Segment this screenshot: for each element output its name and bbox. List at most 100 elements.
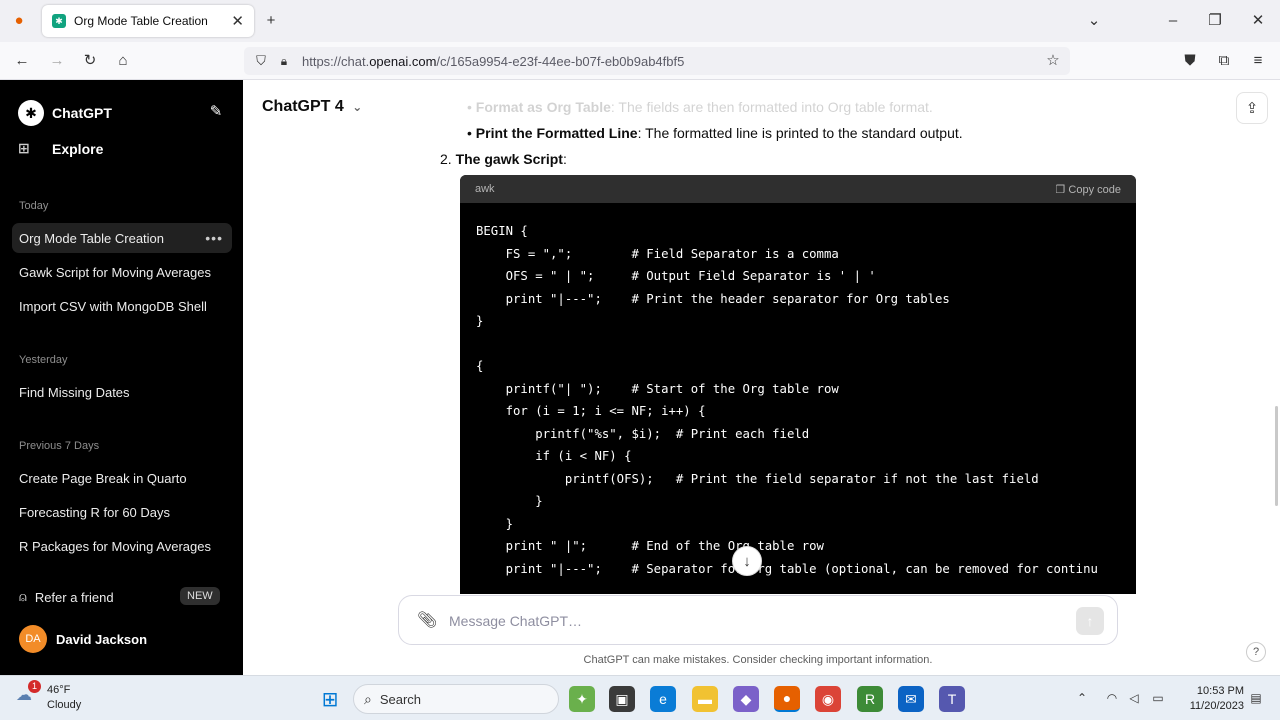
scroll-to-bottom-button[interactable]: ↓ — [732, 546, 762, 576]
share-button[interactable]: ⇪ — [1236, 92, 1268, 124]
history-item[interactable]: Forecasting R for 60 Days — [12, 497, 232, 527]
bookmark-star-icon[interactable]: ☆ — [1044, 51, 1062, 71]
new-badge: NEW — [180, 587, 220, 605]
code-line: printf("| "); # Start of the Org table r… — [476, 381, 839, 396]
history-item-label: Gawk Script for Moving Averages — [19, 264, 211, 280]
history-heading-previous: Previous 7 Days — [19, 440, 100, 452]
firefox-taskbar-icon[interactable]: ● — [774, 686, 800, 712]
edge-icon[interactable]: e — [650, 686, 676, 712]
history-item-label: R Packages for Moving Averages — [19, 538, 211, 554]
brand-label: ChatGPT — [52, 105, 112, 121]
restore-icon[interactable]: ❐ — [1206, 11, 1224, 31]
address-bar[interactable]: ⛉ 🔒︎ https://chat. openai.com/c/165a9954-… — [244, 47, 1070, 75]
scrollbar[interactable] — [1275, 406, 1278, 506]
close-window-icon[interactable]: ✕ — [1249, 11, 1267, 31]
history-item-label: Create Page Break in Quarto — [19, 470, 187, 486]
browser-tab[interactable]: ✱ Org Mode Table Creation ✕ — [42, 5, 254, 37]
history-item-label: Find Missing Dates — [19, 384, 130, 400]
history-item[interactable]: Find Missing Dates — [12, 377, 232, 407]
code-line: BEGIN { — [476, 224, 528, 238]
taskbar-search[interactable]: ⌕ Search — [353, 684, 559, 714]
notification-icon[interactable]: ▤ — [1248, 688, 1264, 708]
history-item[interactable]: Gawk Script for Moving Averages — [12, 257, 232, 287]
mail-icon[interactable]: ✉ — [898, 686, 924, 712]
url-path: /c/165a9954-e23f-44ee-b07f-eb0b9ab4fbf5 — [436, 53, 685, 69]
refer-label: Refer a friend — [34, 589, 114, 605]
windows-start-icon[interactable]: ⊞ — [317, 686, 343, 712]
home-icon[interactable]: ⌂ — [113, 51, 133, 71]
close-tab-icon[interactable]: ✕ — [231, 12, 244, 30]
minimize-icon[interactable]: – — [1164, 11, 1182, 31]
menu-icon[interactable]: ≡ — [1248, 51, 1268, 71]
task-view-icon[interactable]: ▣ — [609, 686, 635, 712]
sidebar: ✱ ChatGPT ✎ ⊞ Explore Today Org Mode Tab… — [0, 80, 243, 675]
clock-time: 10:53 PM — [1196, 685, 1244, 697]
weather-temp: 46°F — [47, 684, 71, 696]
message-input[interactable] — [449, 609, 1049, 633]
code-line: } — [476, 314, 484, 328]
weather-condition: Cloudy — [47, 699, 82, 711]
teams-icon[interactable]: T — [939, 686, 965, 712]
bullet-bold: Print the Formatted Line — [475, 125, 638, 141]
url-prefix: https://chat. — [302, 53, 370, 69]
list-tabs-icon[interactable]: ⌄ — [1085, 11, 1103, 31]
copy-code-button[interactable]: ❐ Copy code — [1055, 183, 1121, 196]
history-item[interactable]: Org Mode Table Creation ••• — [12, 223, 232, 253]
model-selector[interactable]: ChatGPT 4 ⌄ — [262, 98, 362, 116]
chevron-down-icon: ⌄ — [352, 100, 363, 114]
history-item-label: Org Mode Table Creation — [19, 230, 165, 246]
new-chat-icon[interactable]: ✎ — [205, 102, 227, 122]
lock-icon[interactable]: 🔒︎ — [276, 51, 292, 71]
back-icon[interactable]: ← — [12, 51, 32, 71]
chevron-up-icon[interactable]: ⌃ — [1074, 688, 1090, 708]
user-name[interactable]: David Jackson — [56, 632, 147, 647]
new-tab-icon[interactable]: + — [262, 11, 280, 31]
chrome-icon[interactable]: ◉ — [815, 686, 841, 712]
search-icon: ⌕ — [364, 690, 372, 707]
pocket-icon[interactable]: ⛊ — [1180, 51, 1200, 71]
url-domain: openai.com — [369, 53, 437, 69]
battery-icon[interactable]: ▭ — [1149, 688, 1167, 708]
more-options-icon[interactable]: ••• — [205, 230, 223, 246]
copilot-icon[interactable]: ✦ — [569, 686, 595, 712]
avatar[interactable]: DA — [19, 625, 47, 653]
reload-icon[interactable]: ↻ — [80, 51, 100, 71]
firefox-icon[interactable]: ● — [10, 11, 28, 31]
history-item[interactable]: R Packages for Moving Averages — [12, 531, 232, 561]
chatgpt-favicon-icon: ✱ — [52, 14, 66, 28]
forward-icon[interactable]: → — [47, 51, 67, 71]
chatgpt-logo-icon: ✱ — [18, 100, 44, 126]
add-person-icon: ⍝ — [19, 589, 27, 604]
history-item[interactable]: Import CSV with MongoDB Shell — [12, 291, 232, 321]
app-icon[interactable]: ◆ — [733, 686, 759, 712]
copy-code-label: Copy code — [1068, 183, 1121, 196]
rstudio-icon[interactable]: R — [857, 686, 883, 712]
message-composer: 📎︎ ↑ — [398, 595, 1118, 645]
search-label: Search — [379, 691, 422, 707]
file-explorer-icon[interactable]: ▬ — [692, 686, 718, 712]
history-heading-today: Today — [19, 200, 49, 212]
extensions-icon[interactable]: ⧉ — [1214, 51, 1234, 71]
shield-icon[interactable]: ⛉ — [252, 51, 270, 71]
help-button[interactable]: ? — [1246, 642, 1266, 662]
wifi-icon[interactable]: ◠ — [1104, 688, 1120, 708]
code-line: printf("%s", $i); # Print each field — [476, 426, 810, 441]
code-line: } — [476, 516, 514, 531]
code-line: print " |"; # End of the Org table row — [476, 539, 824, 553]
bullet-item: • Print the Formatted Line: The formatte… — [467, 125, 963, 141]
paperclip-icon[interactable]: 📎︎ — [417, 610, 437, 630]
step-heading: 2. The gawk Script: — [440, 151, 567, 167]
history-item-label: Forecasting R for 60 Days — [19, 504, 171, 520]
sidebar-brand[interactable]: ✱ ChatGPT — [18, 100, 112, 126]
explore-gpts-link[interactable]: ⊞ Explore — [18, 140, 103, 157]
code-line: OFS = " | "; # Output Field Separator is… — [476, 269, 876, 283]
bullet-text: : The fields are then formatted into Org… — [610, 99, 933, 115]
disclaimer: ChatGPT can make mistakes. Consider chec… — [583, 654, 933, 666]
volume-icon[interactable]: ◁ — [1126, 688, 1142, 708]
clock[interactable]: 10:53 PM 11/20/2023 — [1178, 684, 1244, 714]
code-line: FS = ","; # Field Separator is a comma — [476, 246, 839, 261]
history-item[interactable]: Create Page Break in Quarto — [12, 463, 232, 493]
step-colon: : — [562, 151, 567, 167]
send-button[interactable]: ↑ — [1076, 607, 1104, 635]
